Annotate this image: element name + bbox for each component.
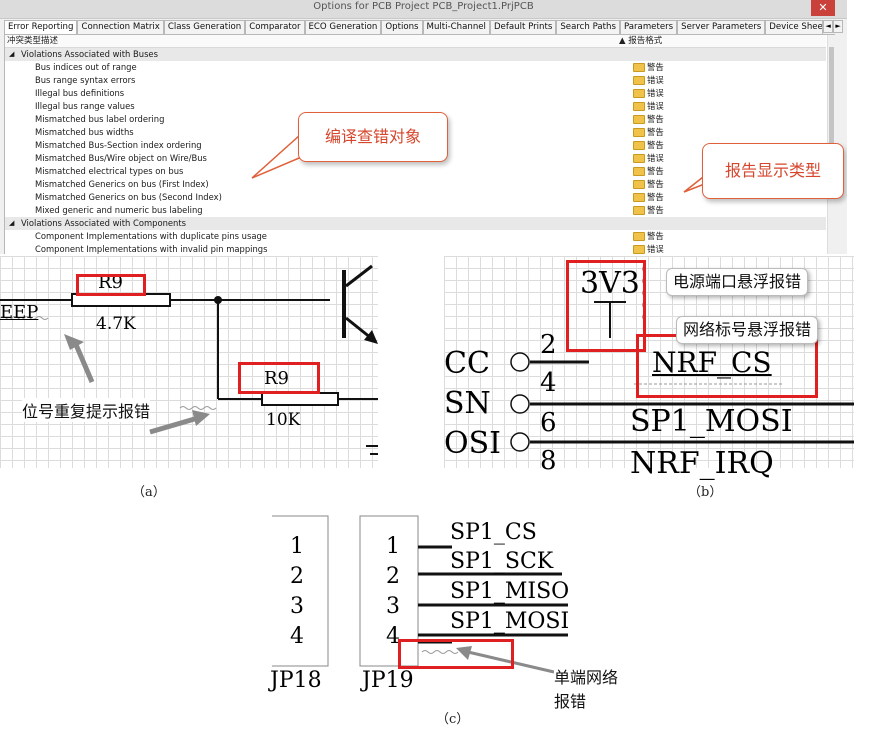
caption-c: （c） bbox=[436, 712, 470, 727]
arrow-icon bbox=[71, 339, 95, 383]
error-highlight-box bbox=[398, 639, 514, 669]
figure-c-schematic: 1 2 3 4 1 2 3 4 JP18 JP19 SP1_CS SP1_SCK… bbox=[270, 514, 628, 712]
net-label: SP1_SCK bbox=[450, 549, 554, 574]
connector-designator: JP19 bbox=[362, 668, 414, 693]
transistor-arrow bbox=[364, 330, 378, 344]
error-annotation: 位号重复提示报错 bbox=[22, 398, 151, 422]
arrow-icon bbox=[192, 410, 210, 426]
pin-number: 4 bbox=[540, 368, 557, 398]
pin-number: 2 bbox=[540, 330, 557, 360]
arrow-icon bbox=[149, 415, 199, 435]
connector-designator: JP18 bbox=[270, 668, 322, 693]
pin-number: 1 bbox=[290, 534, 304, 559]
error-squiggle bbox=[179, 406, 217, 410]
pin-number: 3 bbox=[290, 594, 304, 619]
figure-b-schematic: 3V3 CC SN OSI 2 4 6 8 NRF_CS SP1_MOSI NR… bbox=[444, 256, 854, 481]
project-options-dialog: Options for PCB Project PCB_Project1.Prj… bbox=[0, 0, 847, 254]
pin-number: 4 bbox=[290, 624, 304, 649]
pin-connector bbox=[510, 352, 530, 372]
pin-number: 6 bbox=[540, 408, 557, 438]
net-label: NRF_IRQ bbox=[630, 446, 774, 481]
error-highlight-box bbox=[76, 274, 146, 296]
net-label: SP1_CS bbox=[450, 520, 537, 545]
pin-number: 3 bbox=[386, 594, 400, 619]
net-label: SP1_MOSI bbox=[630, 404, 793, 439]
callout-power-port-error: 电源端口悬浮报错 bbox=[666, 268, 809, 296]
pin-label: OSI bbox=[444, 426, 501, 461]
net-label: SP1_MOSI bbox=[450, 609, 570, 634]
pin-number: 2 bbox=[386, 564, 400, 589]
callout-report-type: 报告显示类型 bbox=[702, 143, 844, 199]
caption-b: （b） bbox=[688, 485, 723, 500]
arrow-icon bbox=[64, 334, 84, 350]
transistor-collector bbox=[345, 264, 373, 288]
callout-net-label-error: 网络标号悬浮报错 bbox=[676, 316, 819, 344]
error-annotation: 单端网络报错 bbox=[554, 664, 628, 712]
resistor-value: 10K bbox=[266, 410, 301, 430]
figure-a-wires bbox=[0, 264, 378, 455]
error-highlight-box bbox=[566, 260, 646, 352]
pin-number: 1 bbox=[386, 534, 400, 559]
net-label: SP1_MISO bbox=[450, 579, 570, 604]
pin-label: SN bbox=[444, 386, 491, 421]
pin-connector bbox=[510, 432, 530, 452]
callout-check-object: 编译查错对象 bbox=[298, 112, 448, 162]
net-label: EEP bbox=[0, 302, 39, 323]
pin-number: 8 bbox=[540, 446, 557, 476]
figure-a-schematic: EEP R9 4.7K R9 10K 位号重复提示报错 bbox=[0, 256, 378, 468]
pin-label: CC bbox=[444, 346, 490, 381]
error-highlight-box bbox=[238, 362, 320, 394]
caption-a: （a） bbox=[132, 485, 166, 500]
resistor-value: 4.7K bbox=[96, 314, 136, 334]
pin-connector bbox=[510, 394, 530, 414]
pin-number: 2 bbox=[290, 564, 304, 589]
resistor-r9-bottom bbox=[261, 392, 339, 406]
